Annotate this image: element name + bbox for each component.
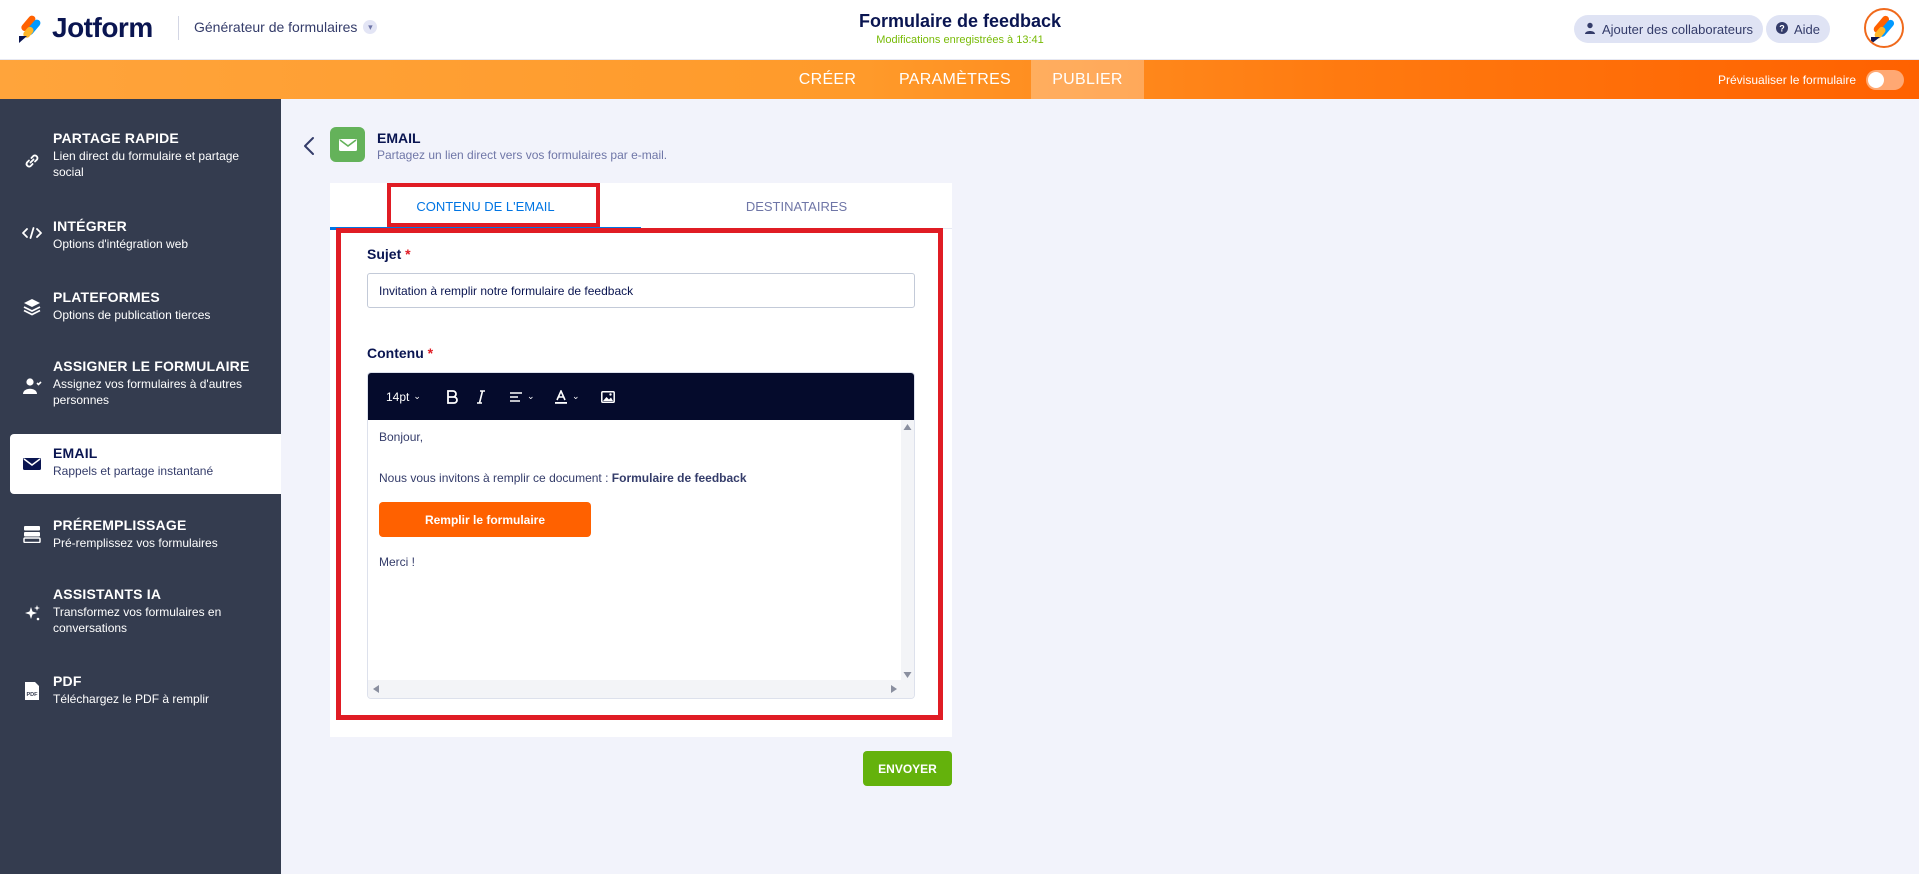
publish-sidebar: PARTAGE RAPIDE Lien direct du formulaire…: [0, 99, 281, 874]
sidebar-item-title: PARTAGE RAPIDE: [53, 130, 179, 146]
sidebar-item-preremplissage[interactable]: PRÉREMPLISSAGE Pré-remplissez vos formul…: [10, 517, 281, 557]
email-section-icon: [330, 127, 365, 162]
code-icon: [22, 223, 42, 243]
chevron-down-icon: ▾: [363, 20, 378, 34]
sidebar-item-partage-rapide[interactable]: PARTAGE RAPIDE Lien direct du formulaire…: [10, 130, 281, 190]
avatar[interactable]: [1864, 8, 1904, 48]
sidebar-item-plateformes[interactable]: PLATEFORMES Options de publication tierc…: [10, 289, 281, 329]
sidebar-item-desc: Pré-remplissez vos formulaires: [53, 536, 218, 550]
sidebar-item-integrer[interactable]: INTÉGRER Options d'intégration web: [10, 218, 281, 258]
sidebar-item-title: EMAIL: [53, 445, 98, 461]
jotform-logo[interactable]: Jotform: [16, 12, 153, 44]
builder-dropdown[interactable]: Générateur de formulaires ▾: [194, 19, 378, 35]
sidebar-item-desc: Assignez vos formulaires à d'autres pers…: [53, 377, 243, 407]
brand-name: Jotform: [52, 12, 153, 43]
sidebar-item-assigner-le-formulaire[interactable]: ASSIGNER LE FORMULAIRE Assignez vos form…: [10, 358, 281, 418]
sidebar-item-email[interactable]: EMAIL Rappels et partage instantané: [10, 434, 281, 494]
sidebar-item-title: PLATEFORMES: [53, 289, 160, 305]
tab-publier[interactable]: PUBLIER: [1031, 60, 1144, 99]
add-collaborators-button[interactable]: Ajouter des collaborateurs: [1574, 15, 1764, 43]
section-subtitle: Partagez un lien direct vers vos formula…: [377, 148, 668, 162]
jotform-logo-mark-icon: [16, 12, 44, 44]
send-button[interactable]: ENVOYER: [863, 751, 952, 786]
form-title[interactable]: Formulaire de feedback: [760, 11, 1160, 32]
sidebar-item-desc: Rappels et partage instantané: [53, 464, 214, 478]
help-label: Aide: [1794, 21, 1821, 37]
tab-recipients[interactable]: DESTINATAIRES: [641, 183, 952, 229]
sidebar-item-title: ASSIGNER LE FORMULAIRE: [53, 358, 250, 374]
sidebar-item-desc: Options d'intégration web: [53, 237, 189, 251]
form-title-block: Formulaire de feedback Modifications enr…: [760, 11, 1160, 46]
section-title: EMAIL: [377, 130, 421, 146]
sidebar-item-title: PDF: [53, 673, 82, 689]
link-icon: [22, 151, 42, 171]
add-collaborators-label: Ajouter des collaborateurs: [1602, 21, 1754, 37]
sidebar-item-desc: Lien direct du formulaire et partage soc…: [53, 149, 240, 179]
header-divider: [178, 16, 179, 40]
assign-user-icon: [22, 376, 42, 396]
save-status: Modifications enregistrées à 13:41: [876, 34, 1044, 46]
builder-nav: CRÉER PARAMÈTRES PUBLIER Prévisualiser l…: [0, 60, 1919, 99]
top-header: Jotform Générateur de formulaires ▾ Form…: [0, 0, 1919, 60]
sidebar-item-title: PRÉREMPLISSAGE: [53, 517, 187, 533]
help-button[interactable]: ? Aide: [1766, 15, 1831, 43]
sidebar-item-assistants-ia[interactable]: ASSISTANTS IA Transformez vos formulaire…: [10, 586, 281, 646]
sidebar-item-title: ASSISTANTS IA: [53, 586, 162, 602]
tab-creer[interactable]: CRÉER: [780, 60, 875, 99]
tab-parametres[interactable]: PARAMÈTRES: [890, 60, 1020, 99]
prefill-icon: [22, 524, 42, 544]
sidebar-item-title: INTÉGRER: [53, 218, 127, 234]
sidebar-item-pdf[interactable]: PDF PDF Téléchargez le PDF à remplir: [10, 673, 281, 713]
svg-text:?: ?: [1779, 23, 1785, 33]
preview-toggle[interactable]: [1866, 69, 1905, 90]
back-button[interactable]: [300, 134, 320, 158]
envelope-icon: [22, 454, 42, 474]
preview-form-control: Prévisualiser le formulaire: [1718, 60, 1905, 99]
sparkle-icon: [22, 603, 42, 623]
user-icon: [1584, 22, 1596, 37]
pdf-icon: PDF: [22, 681, 42, 701]
builder-label: Générateur de formulaires: [194, 19, 358, 35]
sidebar-item-desc: Options de publication tierces: [53, 308, 211, 322]
sidebar-item-desc: Téléchargez le PDF à remplir: [53, 692, 210, 706]
sidebar-item-desc: Transformez vos formulaires en conversat…: [53, 605, 222, 635]
help-icon: ?: [1776, 21, 1788, 37]
svg-text:PDF: PDF: [27, 692, 39, 698]
layers-icon: [22, 297, 42, 317]
highlight-box-content: [336, 228, 943, 720]
preview-label: Prévisualiser le formulaire: [1718, 72, 1857, 87]
highlight-box-tab: [387, 183, 600, 227]
chevron-left-icon: [304, 137, 314, 155]
